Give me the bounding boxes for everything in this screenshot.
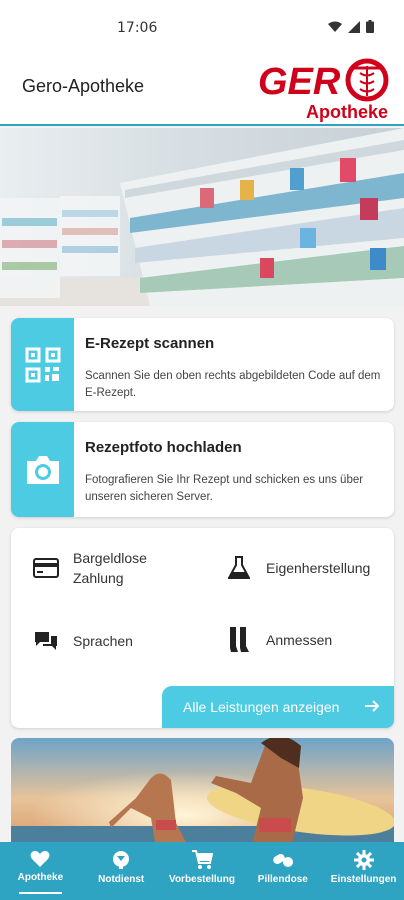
pills-icon bbox=[273, 854, 293, 867]
gero-logo: GER Apotheke bbox=[254, 56, 394, 129]
nav-apotheke[interactable]: Apotheke bbox=[0, 842, 81, 900]
e-rezept-scan-card[interactable]: E-Rezept scannen Scannen Sie den oben re… bbox=[11, 318, 394, 411]
nav-label: Vorbestellung bbox=[169, 874, 235, 885]
credit-card-icon bbox=[33, 558, 59, 578]
nav-label: Notdienst bbox=[98, 874, 145, 885]
card-title: E-Rezept scannen bbox=[85, 335, 215, 352]
service-bargeldlose-zahlung[interactable]: Bargeldlose Zahlung bbox=[31, 548, 173, 588]
nav-notdienst[interactable]: Notdienst bbox=[81, 842, 162, 900]
card-title: Rezeptfoto hochladen bbox=[85, 439, 242, 456]
service-label: Sprachen bbox=[73, 633, 133, 649]
flask-icon bbox=[228, 556, 250, 579]
cell-signal-icon bbox=[348, 20, 360, 33]
emergency-pill-icon bbox=[113, 851, 130, 869]
all-services-label: Alle Leistungen anzeigen bbox=[183, 699, 340, 715]
svg-text:GER: GER bbox=[258, 61, 341, 103]
compression-stockings-icon bbox=[230, 627, 249, 652]
services-panel: Bargeldlose Zahlung Eigenherstellung Spr… bbox=[11, 528, 394, 728]
heart-icon bbox=[30, 850, 50, 867]
nav-vorbestellung[interactable]: Vorbestellung bbox=[162, 842, 243, 900]
gear-icon bbox=[353, 850, 374, 870]
service-eigenherstellung[interactable]: Eigenherstellung bbox=[224, 556, 370, 580]
app-title: Gero-Apotheke bbox=[22, 76, 145, 96]
hero-pharmacy-image bbox=[0, 128, 404, 306]
service-label: Eigenherstellung bbox=[266, 560, 371, 576]
svg-text:Apotheke: Apotheke bbox=[306, 102, 388, 122]
service-label: Bargeldlose Zahlung bbox=[73, 550, 147, 586]
bottom-navigation: Apotheke Notdienst Vorbestellung Pillend… bbox=[0, 842, 404, 900]
cart-icon bbox=[191, 850, 213, 869]
nav-label: Apotheke bbox=[17, 872, 64, 883]
nav-pillendose[interactable]: Pillendose bbox=[242, 842, 323, 900]
service-label: Anmessen bbox=[266, 632, 333, 648]
card-description: Scannen Sie den oben rechts abgebildeten… bbox=[85, 370, 381, 399]
qr-code-icon bbox=[25, 347, 60, 382]
nav-einstellungen[interactable]: Einstellungen bbox=[323, 842, 404, 900]
card-icon-area bbox=[11, 422, 74, 517]
service-anmessen[interactable]: Anmessen bbox=[224, 626, 332, 654]
status-time: 17:06 bbox=[117, 20, 158, 36]
nav-label: Pillendose bbox=[257, 874, 308, 885]
battery-icon bbox=[366, 20, 374, 33]
rezeptfoto-upload-card[interactable]: Rezeptfoto hochladen Fotografieren Sie I… bbox=[11, 422, 394, 517]
promo-beach-image[interactable] bbox=[11, 738, 394, 848]
card-description: Fotografieren Sie Ihr Rezept und schicke… bbox=[85, 474, 364, 503]
arrow-right-icon bbox=[365, 700, 380, 712]
card-icon-area bbox=[11, 318, 74, 411]
app-bar: Gero-Apotheke GER Apotheke bbox=[0, 56, 404, 126]
service-sprachen[interactable]: Sprachen bbox=[31, 630, 133, 652]
all-services-button[interactable]: Alle Leistungen anzeigen bbox=[162, 686, 394, 728]
chat-bubbles-icon bbox=[35, 632, 57, 650]
status-icons bbox=[328, 20, 374, 33]
wifi-icon bbox=[328, 21, 342, 32]
nav-label: Einstellungen bbox=[330, 874, 397, 885]
status-bar: 17:06 bbox=[0, 0, 404, 56]
camera-icon bbox=[26, 455, 59, 484]
